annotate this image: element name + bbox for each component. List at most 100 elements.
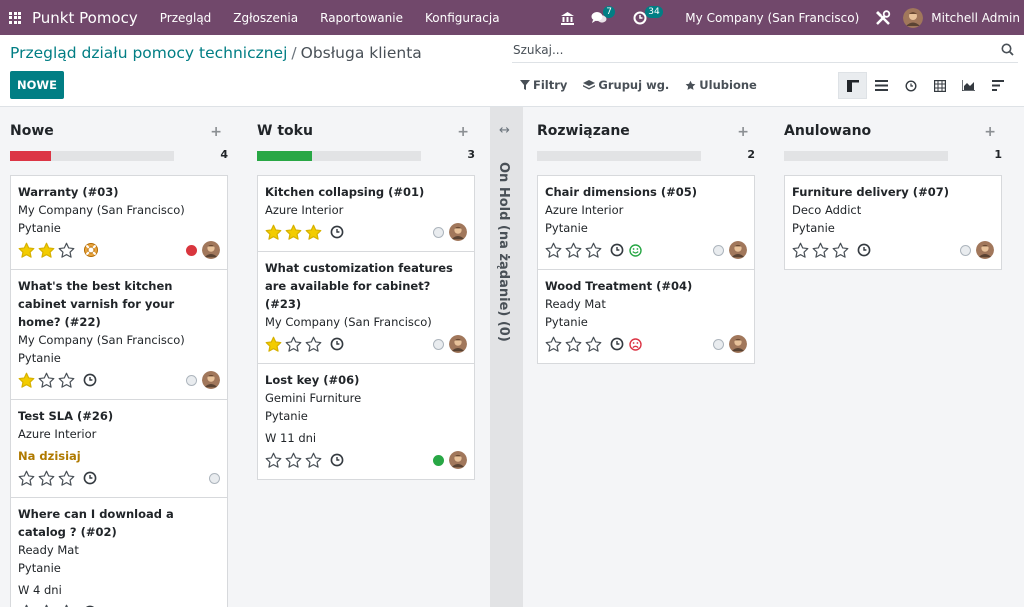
- star-empty-icon[interactable]: [545, 336, 562, 353]
- card-activity[interactable]: [330, 225, 344, 239]
- menu-item-overview[interactable]: Przegląd: [160, 11, 212, 25]
- column-title[interactable]: Nowe: [10, 123, 54, 139]
- quick-create-button[interactable]: +: [984, 124, 996, 140]
- clock-icon[interactable]: [610, 243, 624, 257]
- breadcrumb-parent[interactable]: Przegląd działu pomocy technicznej: [10, 44, 287, 62]
- assignee-avatar[interactable]: [449, 223, 467, 241]
- column-progress-bar[interactable]: [257, 151, 421, 161]
- card-activity[interactable]: [610, 337, 624, 351]
- quick-create-button[interactable]: +: [737, 124, 749, 140]
- card-activity[interactable]: [330, 453, 344, 467]
- column-title[interactable]: Rozwiązane: [537, 123, 630, 139]
- column-title[interactable]: W toku: [257, 123, 313, 139]
- card-activity[interactable]: [610, 243, 624, 257]
- star-filled-icon[interactable]: [18, 242, 35, 259]
- menu-item-reporting[interactable]: Raportowanie: [320, 11, 403, 25]
- star-filled-icon[interactable]: [305, 224, 322, 241]
- kanban-state-dot[interactable]: [433, 454, 444, 466]
- lifebuoy-icon[interactable]: [83, 242, 99, 258]
- graph-view-button[interactable]: [954, 72, 983, 99]
- quick-create-button[interactable]: +: [210, 124, 222, 140]
- star-empty-icon[interactable]: [305, 336, 322, 353]
- clock-icon[interactable]: [83, 471, 97, 485]
- star-empty-icon[interactable]: [58, 604, 75, 607]
- star-empty-icon[interactable]: [812, 242, 829, 259]
- star-empty-icon[interactable]: [58, 372, 75, 389]
- ticket-card[interactable]: Wood Treatment (#04) Ready Mat Pytanie: [537, 269, 755, 364]
- star-empty-icon[interactable]: [832, 242, 849, 259]
- user-avatar[interactable]: [903, 0, 924, 35]
- user-name[interactable]: Mitchell Admin: [931, 11, 1020, 25]
- assignee-avatar[interactable]: [449, 451, 467, 469]
- search-input[interactable]: [512, 38, 982, 62]
- star-empty-icon[interactable]: [285, 452, 302, 469]
- star-empty-icon[interactable]: [565, 336, 582, 353]
- star-empty-icon[interactable]: [305, 452, 322, 469]
- activity-view-button[interactable]: [896, 72, 925, 99]
- ticket-card[interactable]: What customization features are availabl…: [257, 251, 475, 364]
- assignee-avatar[interactable]: [202, 241, 220, 259]
- pivot-view-button[interactable]: [925, 72, 954, 99]
- star-filled-icon[interactable]: [18, 372, 35, 389]
- star-filled-icon[interactable]: [265, 336, 282, 353]
- clock-icon[interactable]: [330, 453, 344, 467]
- messages-button[interactable]: 7: [591, 0, 616, 35]
- folded-column-on-hold[interactable]: ↔ On Hold (na żądanie) (0): [490, 107, 523, 607]
- menu-item-tickets[interactable]: Zgłoszenia: [233, 11, 298, 25]
- app-menu-button[interactable]: [2, 0, 28, 35]
- card-activity[interactable]: [857, 243, 871, 257]
- clock-icon[interactable]: [83, 373, 97, 387]
- menu-item-configuration[interactable]: Konfiguracja: [425, 11, 500, 25]
- cohort-view-button[interactable]: [983, 72, 1012, 99]
- kanban-state-dot[interactable]: [960, 244, 971, 256]
- assignee-avatar[interactable]: [729, 335, 747, 353]
- star-filled-icon[interactable]: [38, 242, 55, 259]
- star-empty-icon[interactable]: [58, 242, 75, 259]
- column-progress-bar[interactable]: [784, 151, 948, 161]
- kanban-state-dot[interactable]: [209, 472, 220, 484]
- filters-dropdown[interactable]: Filtry: [520, 78, 567, 92]
- star-filled-icon[interactable]: [285, 224, 302, 241]
- clock-icon[interactable]: [610, 337, 624, 351]
- ticket-card[interactable]: Warranty (#03) My Company (San Francisco)…: [10, 175, 228, 270]
- card-activity[interactable]: [83, 242, 99, 258]
- kanban-view-button[interactable]: [838, 72, 867, 99]
- list-view-button[interactable]: [867, 72, 896, 99]
- star-empty-icon[interactable]: [38, 470, 55, 487]
- quick-create-button[interactable]: +: [457, 124, 469, 140]
- star-empty-icon[interactable]: [585, 336, 602, 353]
- ticket-card[interactable]: Kitchen collapsing (#01) Azure Interior: [257, 175, 475, 252]
- clock-icon[interactable]: [330, 337, 344, 351]
- search-icon[interactable]: [1001, 43, 1014, 56]
- new-button[interactable]: NOWE: [10, 71, 64, 99]
- kanban-state-dot[interactable]: [713, 338, 724, 350]
- star-empty-icon[interactable]: [545, 242, 562, 259]
- star-empty-icon[interactable]: [58, 470, 75, 487]
- group-by-dropdown[interactable]: Grupuj wg.: [583, 78, 669, 92]
- card-activity[interactable]: [330, 337, 344, 351]
- ticket-card[interactable]: Where can I download a catalog ? (#02) Re…: [10, 497, 228, 607]
- assignee-avatar[interactable]: [729, 241, 747, 259]
- star-filled-icon[interactable]: [265, 224, 282, 241]
- card-activity[interactable]: [83, 373, 97, 387]
- clock-icon[interactable]: [857, 243, 871, 257]
- kanban-state-dot[interactable]: [713, 244, 724, 256]
- assignee-avatar[interactable]: [449, 335, 467, 353]
- star-empty-icon[interactable]: [38, 372, 55, 389]
- favorites-dropdown[interactable]: Ulubione: [685, 78, 757, 92]
- column-title[interactable]: Anulowano: [784, 123, 871, 139]
- star-empty-icon[interactable]: [38, 604, 55, 607]
- column-progress-bar[interactable]: [10, 151, 174, 161]
- star-empty-icon[interactable]: [585, 242, 602, 259]
- kanban-state-dot[interactable]: [186, 374, 197, 386]
- debug-tools-button[interactable]: [875, 0, 891, 35]
- star-empty-icon[interactable]: [265, 452, 282, 469]
- ticket-card[interactable]: What's the best kitchen cabinet varnish …: [10, 269, 228, 400]
- support-button[interactable]: [560, 0, 575, 35]
- ticket-card[interactable]: Chair dimensions (#05) Azure Interior Pyta…: [537, 175, 755, 270]
- column-progress-bar[interactable]: [537, 151, 701, 161]
- kanban-state-dot[interactable]: [433, 226, 444, 238]
- ticket-card[interactable]: Furniture delivery (#07) Deco Addict Pytan…: [784, 175, 1002, 270]
- star-empty-icon[interactable]: [18, 604, 35, 607]
- ticket-card[interactable]: Test SLA (#26) Azure Interior Na dzisiaj: [10, 399, 228, 498]
